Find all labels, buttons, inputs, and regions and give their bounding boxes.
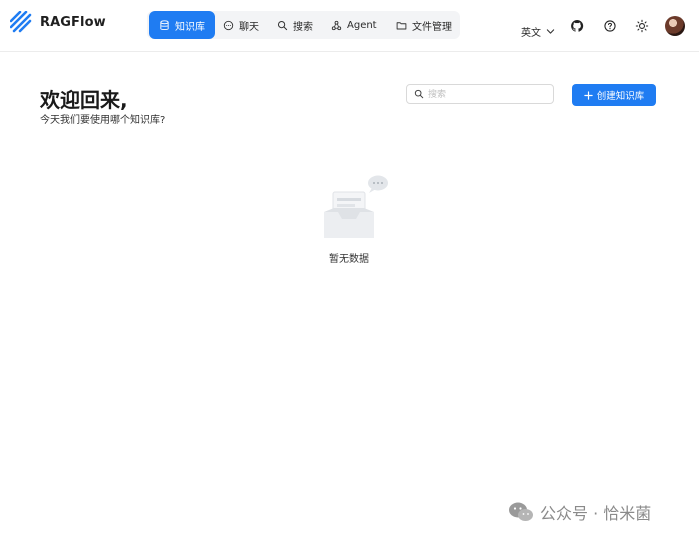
empty-state-text: 暂无数据: [329, 254, 369, 265]
language-selector[interactable]: 英文: [521, 19, 555, 43]
database-icon: [160, 19, 169, 30]
nav-item-knowledge-base[interactable]: 知识库: [149, 11, 215, 39]
watermark-text: 公众号 · 恰米菌: [540, 504, 652, 523]
nav-item-label: 知识库: [175, 21, 205, 33]
chevron-down-icon: [546, 28, 555, 34]
page-subtitle: 今天我们要使用哪个知识库?: [40, 115, 166, 126]
search-icon: [414, 89, 424, 99]
wechat-icon: [509, 502, 533, 521]
language-label: 英文: [521, 27, 541, 39]
nav-item-label: Agent: [347, 19, 377, 31]
main-nav: 知识库 聊天 搜索 Agent 文件管理: [147, 11, 460, 39]
page-title: 欢迎回来,: [40, 88, 128, 112]
nav-item-label: 聊天: [239, 21, 259, 33]
knowledge-base-search[interactable]: [406, 84, 554, 104]
watermark: 公众号 · 恰米菌: [508, 500, 651, 524]
theme-sun-icon[interactable]: [635, 19, 649, 33]
create-button-label: 创建知识库: [596, 91, 645, 102]
nav-item-label: 文件管理: [412, 21, 452, 33]
agent-icon: [331, 20, 342, 30]
top-navigation-bar: RAGFlow 知识库 聊天 搜索 Agent 文件管理 英文: [0, 0, 699, 52]
search-input[interactable]: [426, 86, 550, 104]
chat-icon: [223, 20, 234, 30]
nav-item-search[interactable]: 搜索: [277, 11, 313, 39]
nav-item-label: 搜索: [293, 21, 313, 33]
nav-item-agent[interactable]: Agent: [331, 11, 377, 39]
empty-inbox-icon: [324, 175, 388, 238]
github-icon[interactable]: [570, 19, 584, 33]
nav-item-file-management[interactable]: 文件管理: [396, 11, 452, 39]
help-icon[interactable]: [603, 19, 617, 33]
plus-icon: [584, 90, 593, 100]
folder-icon: [396, 21, 407, 29]
user-avatar[interactable]: [665, 16, 685, 36]
brand-name[interactable]: RAGFlow: [40, 15, 106, 30]
search-icon: [277, 20, 288, 30]
nav-item-chat[interactable]: 聊天: [223, 11, 259, 39]
ragflow-logo-icon[interactable]: [10, 11, 32, 33]
create-knowledge-base-button[interactable]: 创建知识库: [572, 84, 656, 106]
